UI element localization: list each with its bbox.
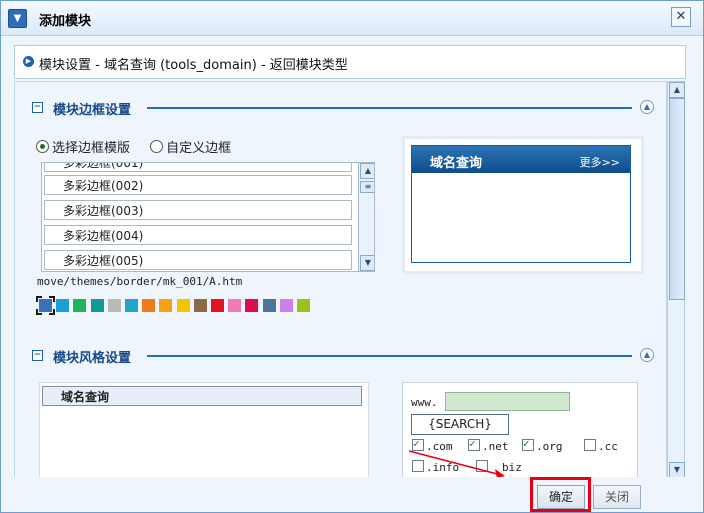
border-section-header: − 模块边框设置 ▲ <box>15 98 666 118</box>
radio-template[interactable] <box>36 140 49 153</box>
dialog-titlebar: ▼ 添加模块 ✕ <box>1 1 703 36</box>
color-swatch[interactable] <box>245 299 259 312</box>
checkbox[interactable] <box>522 437 534 451</box>
scroll-down-icon[interactable]: ▼ <box>360 255 374 271</box>
scroll-up-icon[interactable]: ▲ <box>669 82 685 98</box>
checkbox[interactable] <box>584 439 596 451</box>
color-swatch[interactable] <box>73 299 87 312</box>
list-item[interactable]: 多彩边框(003) <box>44 200 352 220</box>
list-scrollbar[interactable]: ▲ ≡ ▼ <box>358 163 374 271</box>
tld-org[interactable]: .org <box>522 437 563 453</box>
color-swatch[interactable] <box>279 299 293 312</box>
chevron-up-icon[interactable]: ▲ <box>640 100 654 114</box>
color-swatch[interactable] <box>211 299 224 312</box>
collapse-arrow-icon[interactable]: ▼ <box>8 9 27 28</box>
breadcrumb-text[interactable]: 模块设置 - 域名查询 (tools_domain) - 返回模块类型 <box>39 54 348 73</box>
color-swatch[interactable] <box>193 299 207 312</box>
confirm-button[interactable]: 确定 <box>537 485 585 509</box>
list-item[interactable]: 多彩边框(004) <box>44 225 352 245</box>
tld-label: .org <box>536 440 563 453</box>
style-section-title: 模块风格设置 <box>53 351 132 366</box>
collapse-minus-icon[interactable]: − <box>32 102 43 113</box>
arrow-bullet-icon: ▶ <box>23 56 34 67</box>
tld-label: .cc <box>598 440 618 453</box>
tld-cc[interactable]: .cc <box>584 439 618 453</box>
www-label: www. <box>411 396 438 409</box>
scroll-thumb[interactable] <box>669 98 685 300</box>
color-swatch[interactable] <box>56 299 70 312</box>
preview-title: 域名查询 <box>430 156 483 171</box>
color-swatch[interactable] <box>90 299 104 312</box>
preview-more-link: 更多>> <box>579 156 620 169</box>
border-template-list: 多彩边框(001) 多彩边框(002) 多彩边框(003) 多彩边框(004) … <box>41 162 375 272</box>
list-item[interactable]: 多彩边框(005) <box>44 250 352 270</box>
color-swatch[interactable] <box>228 299 242 312</box>
breadcrumb: ▶ 模块设置 - 域名查询 (tools_domain) - 返回模块类型 <box>14 45 686 79</box>
style-list: 域名查询 <box>39 382 369 478</box>
section-divider <box>147 107 632 109</box>
color-swatch[interactable] <box>262 299 276 312</box>
border-file-path: move/themes/border/mk_001/A.htm <box>37 275 243 288</box>
module-settings-panel: − 模块边框设置 ▲ 选择边框模版 自定义边框 多彩边框(001) 多彩边框(0… <box>14 81 667 479</box>
preview-box: 域名查询 更多>> <box>411 145 631 263</box>
add-module-dialog: ▼ 添加模块 ✕ ▶ 模块设置 - 域名查询 (tools_domain) - … <box>0 0 704 513</box>
border-mode-radios: 选择边框模版 自定义边框 <box>36 137 247 156</box>
style-section-header: − 模块风格设置 ▲ <box>15 346 666 366</box>
color-swatch[interactable] <box>142 299 156 312</box>
radio-custom[interactable] <box>150 140 164 153</box>
scroll-thumb[interactable]: ≡ <box>360 181 374 193</box>
color-swatch[interactable] <box>176 299 190 312</box>
collapse-minus-icon[interactable]: − <box>32 350 43 361</box>
radio-custom-label[interactable]: 自定义边框 <box>166 141 231 156</box>
list-item[interactable]: 域名查询 <box>42 386 362 406</box>
domain-input[interactable] <box>445 392 570 411</box>
chevron-up-icon[interactable]: ▲ <box>640 348 654 362</box>
color-swatch[interactable] <box>159 299 173 312</box>
color-swatch[interactable] <box>125 299 138 312</box>
list-item[interactable]: 多彩边框(002) <box>44 175 352 195</box>
color-swatch[interactable] <box>36 296 55 315</box>
preview-header: 域名查询 更多>> <box>412 146 630 173</box>
border-preview: 域名查询 更多>> <box>402 136 644 274</box>
dialog-title: 添加模块 <box>39 14 92 29</box>
scroll-up-icon[interactable]: ▲ <box>360 163 374 179</box>
color-swatch[interactable] <box>107 299 121 312</box>
main-scrollbar[interactable]: ▲ ▼ <box>667 81 685 479</box>
section-divider <box>147 355 632 357</box>
annotation-arrow-icon <box>408 450 505 478</box>
list-item[interactable]: 多彩边框(001) <box>44 163 352 172</box>
close-button[interactable]: 关闭 <box>593 485 641 509</box>
radio-template-label[interactable]: 选择边框模版 <box>52 141 130 156</box>
search-button[interactable]: {SEARCH} <box>411 414 509 435</box>
close-icon[interactable]: ✕ <box>671 7 691 27</box>
scroll-down-icon[interactable]: ▼ <box>669 462 685 478</box>
border-section-title: 模块边框设置 <box>53 103 132 118</box>
color-swatch[interactable] <box>297 299 310 312</box>
